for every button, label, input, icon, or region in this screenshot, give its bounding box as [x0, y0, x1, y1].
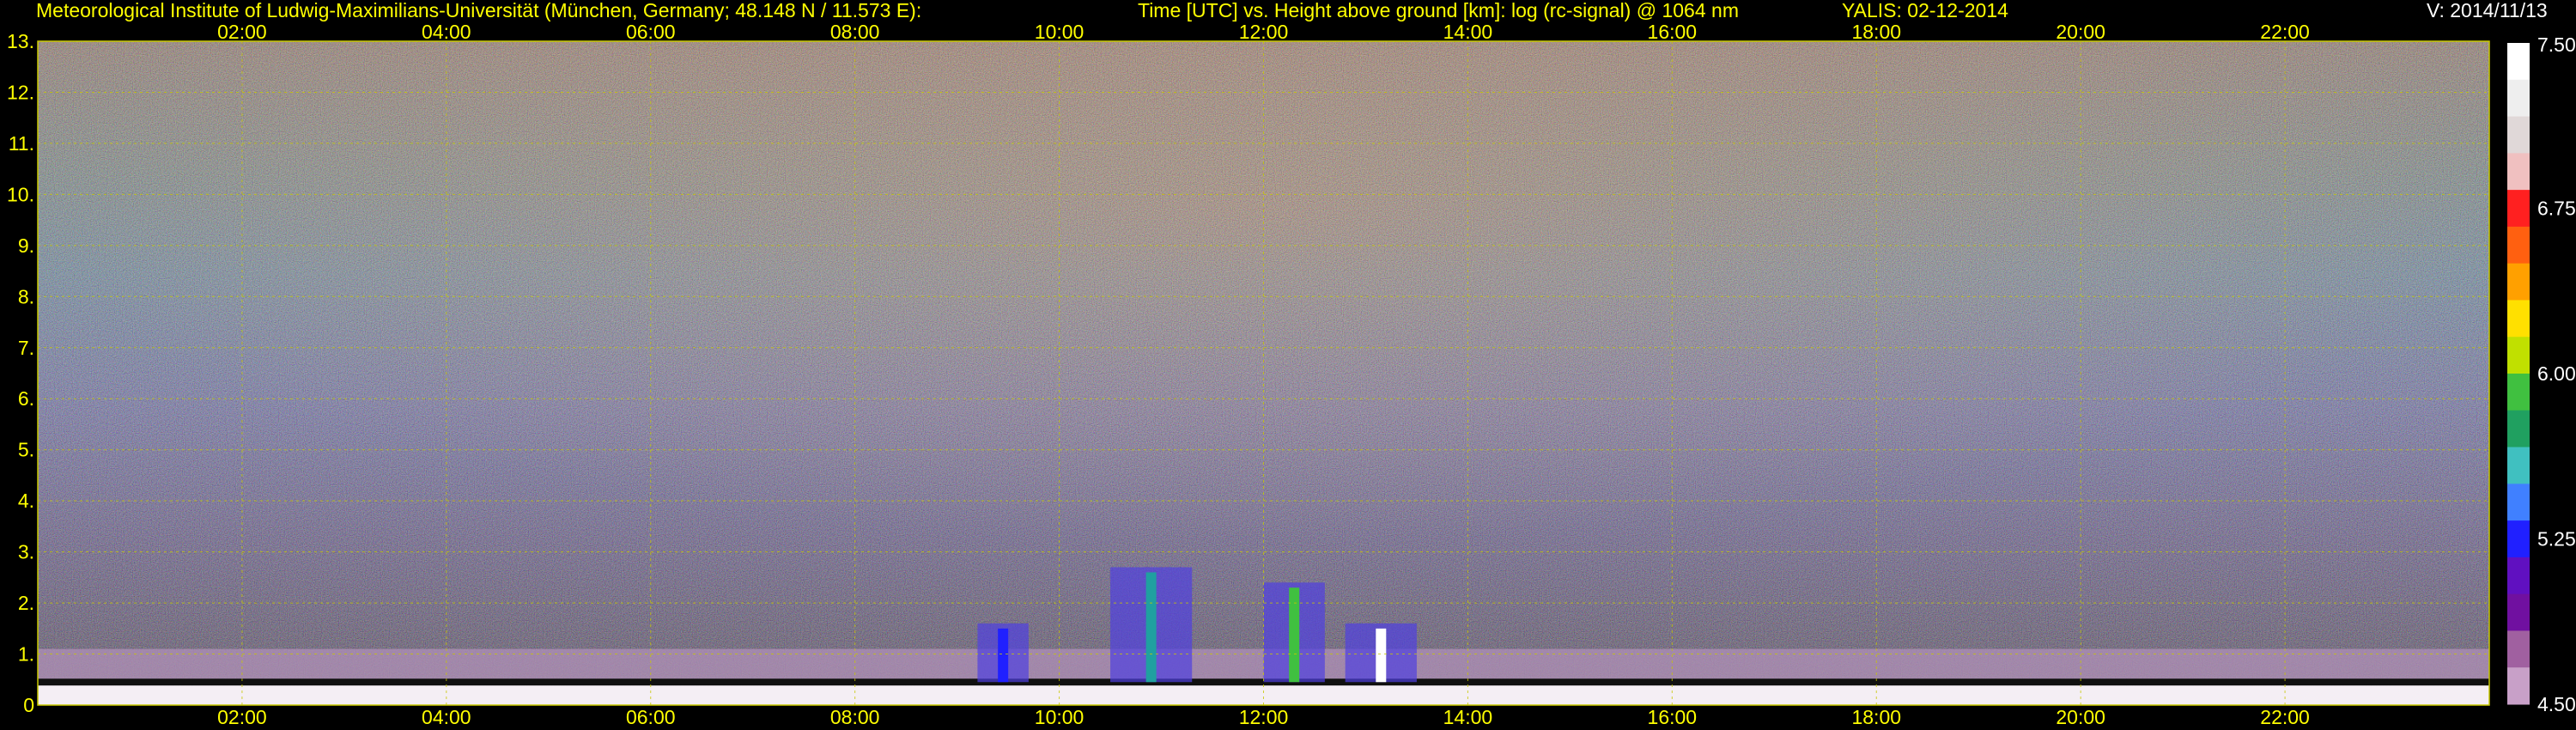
x-tick-label-bottom: 10:00 — [1035, 706, 1084, 728]
y-tick-label: 0 — [23, 694, 34, 716]
near-ground-signal — [38, 685, 2489, 705]
y-tick-label: 10. — [7, 183, 34, 205]
x-tick-label-bottom: 08:00 — [830, 706, 880, 728]
x-tick-label-bottom: 14:00 — [1443, 706, 1493, 728]
y-tick-label: 4. — [18, 490, 34, 512]
x-tick-label-bottom: 06:00 — [626, 706, 676, 728]
colorbar-tick-label: 6.75 — [2537, 198, 2576, 220]
colorbar-segment — [2507, 593, 2530, 631]
y-tick-label: 12. — [7, 81, 34, 103]
colorbar-segment — [2507, 447, 2530, 484]
colorbar: 7.50 6.75 6.00 5.25 4.50 — [2507, 33, 2576, 715]
y-tick-label: 2. — [18, 592, 34, 614]
lidar-plot: 02:00 04:00 06:00 08:00 10:00 12:00 14:00 16:00… — [7, 21, 2576, 728]
x-tick-label-bottom: 16:00 — [1648, 706, 1698, 728]
colorbar-tick-label: 6.00 — [2537, 362, 2576, 385]
colorbar-segment — [2507, 667, 2530, 705]
x-tick-label-bottom: 02:00 — [217, 706, 267, 728]
y-tick-label: 5. — [18, 439, 34, 461]
colorbar-segment — [2507, 630, 2530, 668]
colorbar-tick-label: 7.50 — [2537, 33, 2576, 56]
x-tick-label-top: 06:00 — [626, 21, 676, 43]
cloud-core — [1376, 628, 1387, 683]
colorbar-segment — [2507, 374, 2530, 411]
x-tick-label-bottom: 12:00 — [1239, 706, 1289, 728]
x-tick-label-top: 18:00 — [1851, 21, 1901, 43]
x-tick-label-top: 20:00 — [2056, 21, 2105, 43]
x-axis-top: 02:00 04:00 06:00 08:00 10:00 12:00 14:00 16:00… — [217, 21, 2310, 43]
x-tick-label-bottom: 20:00 — [2056, 706, 2105, 728]
y-tick-label: 7. — [18, 337, 34, 359]
plot-area — [37, 40, 2490, 706]
colorbar-segment — [2507, 43, 2530, 81]
colorbar-segment — [2507, 484, 2530, 521]
colorbar-segment — [2507, 116, 2530, 154]
x-tick-label-bottom: 04:00 — [422, 706, 471, 728]
cloud-core — [1289, 587, 1300, 683]
y-tick-label: 8. — [18, 285, 34, 307]
y-tick-label: 11. — [9, 132, 34, 155]
colorbar-tick-label: 4.50 — [2537, 693, 2576, 715]
colorbar-segment — [2507, 226, 2530, 265]
x-tick-label-top: 12:00 — [1239, 21, 1289, 43]
x-tick-label-top: 08:00 — [830, 21, 880, 43]
colorbar-segment — [2507, 153, 2530, 191]
x-tick-label-top: 16:00 — [1648, 21, 1698, 43]
colorbar-segment — [2507, 79, 2530, 118]
cloud-core — [998, 628, 1009, 683]
colorbar-segment — [2507, 557, 2530, 595]
y-axis: 0 1. 2. 3. 4. 5. 6. 7. 8. 9. 10. 11. 12. 13. — [7, 30, 34, 716]
y-tick-label: 6. — [18, 387, 34, 410]
x-tick-label-top: 02:00 — [217, 21, 267, 43]
x-tick-label-bottom: 18:00 — [1851, 706, 1901, 728]
x-tick-label-top: 14:00 — [1443, 21, 1493, 43]
colorbar-segment — [2507, 337, 2530, 374]
colorbar-segment — [2507, 263, 2530, 301]
colorbar-segment — [2507, 190, 2530, 228]
colorbar-segment — [2507, 410, 2530, 448]
x-tick-label-top: 04:00 — [422, 21, 471, 43]
y-tick-label: 9. — [18, 234, 34, 257]
x-axis-bottom: 02:00 04:00 06:00 08:00 10:00 12:00 14:00 16:00… — [217, 706, 2310, 728]
colorbar-segment — [2507, 520, 2530, 558]
colorbar-tick-label: 5.25 — [2537, 528, 2576, 551]
y-tick-label: 3. — [18, 541, 34, 563]
x-tick-label-top: 22:00 — [2260, 21, 2310, 43]
colorbar-segment — [2507, 300, 2530, 338]
y-tick-label: 1. — [18, 643, 34, 666]
y-tick-label: 13. — [7, 30, 34, 52]
cloud-core — [1145, 572, 1157, 683]
x-tick-label-top: 10:00 — [1035, 21, 1084, 43]
x-tick-label-bottom: 22:00 — [2260, 706, 2310, 728]
